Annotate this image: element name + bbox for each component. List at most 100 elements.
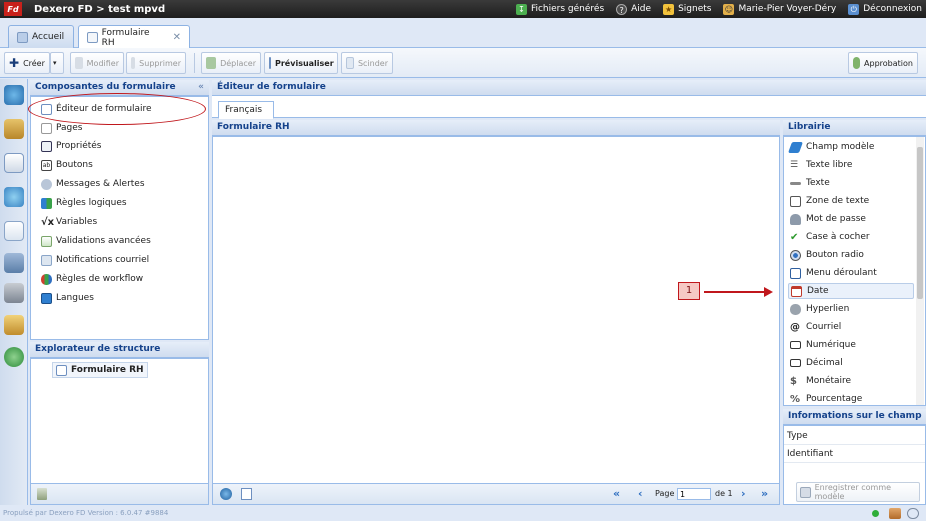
library-item-numeric[interactable]: Numérique xyxy=(788,337,914,353)
help-link[interactable]: ? Aide xyxy=(616,3,651,15)
library-item-date[interactable]: Date xyxy=(788,283,914,299)
save-icon xyxy=(800,486,811,498)
library-item-currency[interactable]: $ Monétaire xyxy=(788,373,914,389)
radio-icon xyxy=(790,249,801,261)
delete-button[interactable]: Supprimer xyxy=(126,52,186,74)
library-item-free-text[interactable]: ☰ Texte libre xyxy=(788,157,914,173)
first-page-icon[interactable]: « xyxy=(613,487,620,500)
form-canvas[interactable] xyxy=(212,136,780,484)
version-text: Propulsé par Dexero FD Version : 6.0.47 … xyxy=(3,509,169,517)
page-number-input[interactable] xyxy=(677,488,711,500)
preview-icon xyxy=(269,57,271,69)
tab-formulaire-rh[interactable]: Formulaire RH ✕ xyxy=(78,25,190,49)
library-scrollbar[interactable] xyxy=(916,137,924,405)
library-item-dropdown[interactable]: Menu déroulant xyxy=(788,265,914,281)
editor-footer: « ‹ Page de 1 › » xyxy=(212,484,780,505)
bookmarks-link[interactable]: ★ Signets xyxy=(663,3,711,15)
template-field-icon xyxy=(787,141,804,153)
library-item-percentage[interactable]: % Pourcentage xyxy=(788,391,914,407)
status-bar: Propulsé par Dexero FD Version : 6.0.47 … xyxy=(0,506,926,521)
annotation-arrow xyxy=(704,287,773,297)
move-icon xyxy=(206,57,217,69)
status-module-icon[interactable] xyxy=(4,347,24,367)
next-page-icon[interactable]: › xyxy=(741,487,746,500)
component-properties[interactable]: Propriétés xyxy=(41,138,101,154)
refresh-icon[interactable] xyxy=(907,508,919,519)
structure-panel-title: Explorateur de structure xyxy=(35,344,161,354)
form-canvas-header: Formulaire RH xyxy=(212,120,780,136)
text-field-icon xyxy=(790,181,801,185)
component-messages[interactable]: Messages & Alertes xyxy=(41,176,145,192)
user-link[interactable]: ☺ Marie-Pier Voyer-Déry xyxy=(723,3,836,15)
library-panel-title: Librairie xyxy=(788,122,831,132)
database-module-icon[interactable] xyxy=(4,119,24,139)
library-item-password[interactable]: Mot de passe xyxy=(788,211,914,227)
library-item-hyperlink[interactable]: Hyperlien xyxy=(788,301,914,317)
help-icon: ? xyxy=(616,3,628,15)
module-rail xyxy=(0,79,28,505)
component-languages[interactable]: Langues xyxy=(41,290,94,306)
create-dropdown-button[interactable]: ▾ xyxy=(50,52,64,74)
save-as-template-button[interactable]: Enregistrer comme modèle xyxy=(796,482,920,502)
user-icon: ☺ xyxy=(723,3,735,15)
language-tab-strip: Français xyxy=(212,96,926,119)
library-item-email[interactable]: @ Courriel xyxy=(788,319,914,335)
create-button[interactable]: ✚ Créer xyxy=(4,52,50,74)
component-advanced-validations[interactable]: Validations avancées xyxy=(41,233,151,249)
calendar-icon xyxy=(791,285,802,297)
dollar-icon: $ xyxy=(790,375,797,387)
users-module-icon[interactable] xyxy=(4,315,24,335)
library-item-template-field[interactable]: Champ modèle xyxy=(787,139,914,155)
modify-button[interactable]: Modifier xyxy=(70,52,124,74)
globe-module-icon[interactable] xyxy=(4,85,24,105)
library-item-checkbox[interactable]: ✔ Case à cocher xyxy=(788,229,914,245)
library-item-text[interactable]: Texte xyxy=(788,175,914,191)
component-buttons[interactable]: ab Boutons xyxy=(41,157,93,173)
prev-page-icon[interactable]: ‹ xyxy=(638,487,643,500)
library-item-radio[interactable]: Bouton radio xyxy=(788,247,914,263)
generated-files-link[interactable]: ↧ Fichiers générés xyxy=(515,3,604,15)
tab-francais[interactable]: Français xyxy=(218,101,274,119)
annotation-badge: 1 xyxy=(678,282,700,300)
move-button[interactable]: Déplacer xyxy=(201,52,261,74)
web-module-icon[interactable] xyxy=(4,187,24,207)
split-button[interactable]: Scinder xyxy=(341,52,393,74)
recycle-bin-icon[interactable] xyxy=(37,488,47,500)
tab-strip: Accueil Formulaire RH ✕ xyxy=(0,18,926,49)
preview-button[interactable]: Prévisualiser xyxy=(264,52,338,74)
collapse-icon[interactable]: « xyxy=(198,80,204,95)
component-workflow-rules[interactable]: Règles de workflow xyxy=(41,271,143,287)
form-icon xyxy=(87,32,98,43)
dropdown-icon xyxy=(790,267,801,279)
app-title: Dexero FD > test mpvd xyxy=(34,3,166,15)
edit-icon xyxy=(75,57,83,69)
component-variables[interactable]: √x Variables xyxy=(41,214,97,230)
approval-button[interactable]: Approbation xyxy=(848,52,918,74)
last-page-icon[interactable]: » xyxy=(761,487,768,500)
top-nav: ↧ Fichiers générés ? Aide ★ Signets ☺ Ma… xyxy=(515,0,922,18)
library-item-decimal[interactable]: Décimal xyxy=(788,355,914,371)
page-settings-icon[interactable] xyxy=(241,488,252,500)
scrollbar-thumb[interactable] xyxy=(917,147,923,299)
email-notification-icon xyxy=(41,254,52,266)
library-item-textarea[interactable]: Zone de texte xyxy=(788,193,914,209)
field-info-panel-title: Informations sur le champ xyxy=(788,411,922,421)
tools-module-icon[interactable] xyxy=(4,283,24,303)
form-editor-module-icon[interactable] xyxy=(4,153,24,173)
toolbar-separator xyxy=(194,53,195,73)
tab-home[interactable]: Accueil xyxy=(8,25,74,48)
left-panel-footer xyxy=(30,484,209,505)
field-info-row-identifier: Identifiant xyxy=(784,446,925,463)
globe-icon[interactable] xyxy=(220,488,232,500)
workflow-icon xyxy=(41,273,52,285)
server-icon[interactable] xyxy=(889,508,901,519)
structure-root-node[interactable]: Formulaire RH xyxy=(52,362,148,378)
logout-link[interactable]: ⏻ Déconnexion xyxy=(848,3,922,15)
report-module-icon[interactable] xyxy=(4,221,24,241)
components-panel: Éditeur de formulaire Pages Propriétés a… xyxy=(30,96,209,340)
print-module-icon[interactable] xyxy=(4,253,24,273)
component-logic-rules[interactable]: Règles logiques xyxy=(41,195,127,211)
component-email-notifications[interactable]: Notifications courriel xyxy=(41,252,149,268)
close-tab-icon[interactable]: ✕ xyxy=(173,32,181,43)
field-info-panel-header: Informations sur le champ xyxy=(783,409,926,425)
